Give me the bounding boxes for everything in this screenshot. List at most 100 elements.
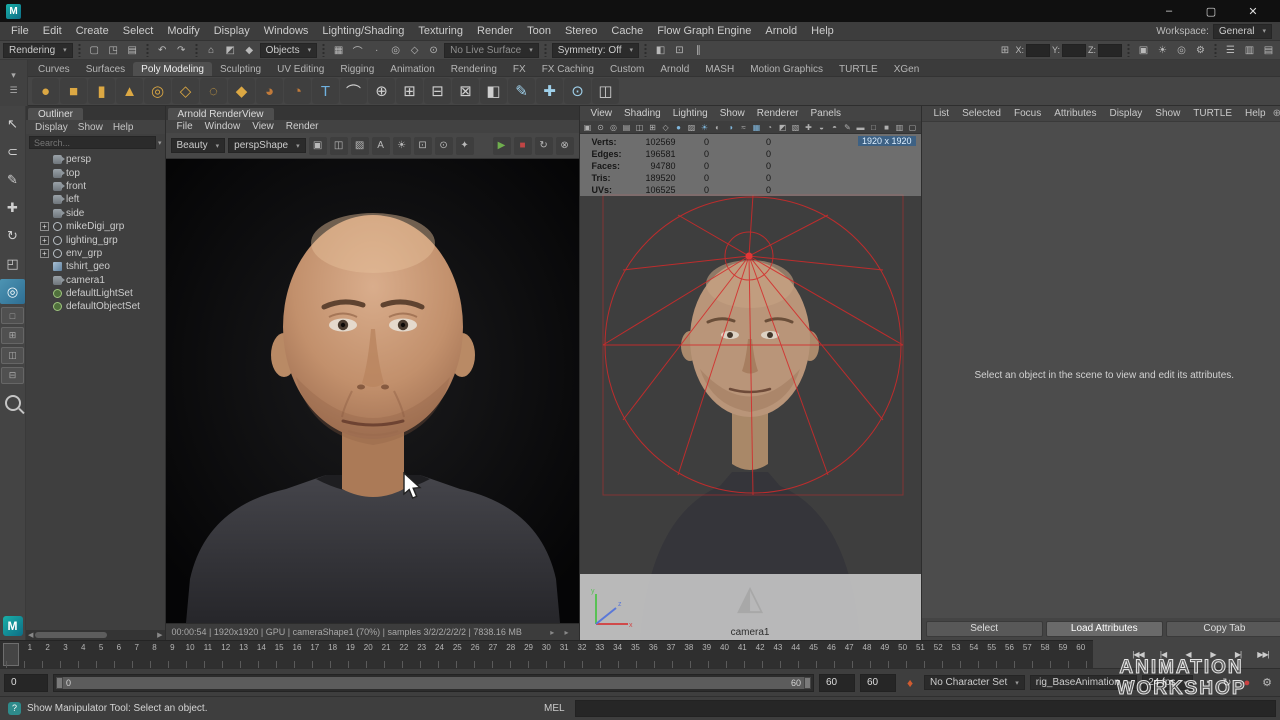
shelf-tab-rigging[interactable]: Rigging [332,62,382,76]
viewport-pause-icon[interactable]: ∥ [690,42,707,59]
time-slider[interactable]: 0123456789101112131415161718192021222324… [0,640,1093,668]
renderview-menu-window[interactable]: Window [200,121,246,132]
target-weld-icon[interactable]: ⊙ [564,78,591,104]
sculpt-tool-icon[interactable]: ◕ [256,78,283,104]
outliner-item-lighting-grp[interactable]: +lighting_grp [26,233,165,246]
animation-end-field[interactable]: 60 [860,674,896,692]
help-icon[interactable]: ? [8,702,21,715]
menu-arnold[interactable]: Arnold [758,25,804,37]
ipr-render-icon[interactable]: ◎ [1173,42,1190,59]
motion-blur-icon[interactable]: ≈ [738,122,750,133]
lasso-select-tool-icon[interactable]: ⊂ [0,139,25,164]
combine-icon[interactable]: ⊞ [396,78,423,104]
undo-icon[interactable]: ↶ [154,42,171,59]
shelf-tab-switcher-icon[interactable]: ▾ [11,70,16,81]
film-gate-icon[interactable]: ▬ [855,122,867,133]
gamma-icon[interactable]: ◓ [829,122,841,133]
multisample-aa-icon[interactable]: ▦ [751,122,763,133]
multi-cut-icon[interactable]: ✎ [508,78,535,104]
gate-mask-icon[interactable]: ■ [881,122,893,133]
shelf-tab-xgen[interactable]: XGen [886,62,928,76]
image-plane-icon[interactable]: ◫ [634,122,646,133]
outliner-item-front[interactable]: front [26,180,165,193]
command-language-button[interactable]: MEL [540,703,569,714]
last-tool-used-icon[interactable]: ◎ [0,279,25,304]
playback-speed-icon[interactable]: ◔ [1198,674,1216,692]
outliner-panel-tab[interactable]: Outliner [28,108,83,120]
scrollbar-thumb[interactable] [35,632,107,638]
camera-attributes-icon[interactable]: ◎ [608,122,620,133]
snap-to-point-icon[interactable]: ∙ [368,42,385,59]
step-back-key-button[interactable]: ◀ [1177,645,1199,663]
magnifier-icon[interactable] [5,395,21,411]
shelf-tab-custom[interactable]: Custom [602,62,652,76]
save-scene-icon[interactable]: ▤ [124,42,141,59]
playback-end-field[interactable]: 60 [819,674,855,692]
extrude-icon[interactable]: ⊠ [452,78,479,104]
platonic-solid-icon[interactable]: ◆ [228,78,255,104]
outliner-item-persp[interactable]: persp [26,153,165,166]
shelf-tab-poly-modeling[interactable]: Poly Modeling [133,62,212,76]
shelf-tab-motion-graphics[interactable]: Motion Graphics [742,62,831,76]
open-scene-icon[interactable]: ◳ [105,42,122,59]
go-to-end-button[interactable]: ▶▶| [1252,645,1274,663]
menu-render[interactable]: Render [470,25,520,37]
screen-space-ao-icon[interactable]: ◑ [725,122,737,133]
type-tool-icon[interactable]: T [312,78,339,104]
sweep-mesh-icon[interactable]: ⌒ [340,78,367,104]
close-button[interactable]: ✕ [1232,5,1274,18]
scroll-right-icon[interactable]: ▶ [157,631,162,639]
snap-to-curve-icon[interactable]: ⌒ [349,42,366,59]
separate-icon[interactable]: ⊟ [424,78,451,104]
shelf-tab-animation[interactable]: Animation [382,62,442,76]
ae-tab-display[interactable]: Display [1103,108,1148,119]
step-back-frame-button[interactable]: |◀ [1152,645,1174,663]
outliner-item-env-grp[interactable]: +env_grp [26,247,165,260]
menu-toon[interactable]: Toon [520,25,558,37]
select-by-hierarchy-icon[interactable]: ⌂ [203,42,220,59]
viewport-view[interactable]: 1920 x 1920 Verts:10256900Edges:19658100… [580,134,921,640]
range-slider-end-handle[interactable] [804,677,811,689]
load-attributes-button[interactable]: Load Attributes [1046,621,1163,637]
move-tool-icon[interactable]: ✚ [0,195,25,220]
menu-create[interactable]: Create [69,25,116,37]
show-sort-icon[interactable]: ☰ [1222,42,1239,59]
shelf-tab-fx[interactable]: FX [505,62,534,76]
menu-display[interactable]: Display [207,25,257,37]
lock-camera-icon[interactable]: ⊙ [595,122,607,133]
menu-windows[interactable]: Windows [257,25,316,37]
range-slider-bar[interactable]: 0 60 [56,677,811,689]
color-management-icon[interactable]: ✦ [456,137,474,155]
x-ray-icon[interactable]: ▧ [790,122,802,133]
toggle-background-icon[interactable]: ▨ [351,137,369,155]
quad-draw-icon[interactable]: ✚ [536,78,563,104]
exposure-icon[interactable]: ◒ [816,122,828,133]
resolution-gate-icon[interactable]: □ [868,122,880,133]
snap-to-projected-center-icon[interactable]: ◎ [387,42,404,59]
highlight-selection-mode-icon[interactable]: ◧ [652,42,669,59]
play-forward-button[interactable]: ▶ [1202,645,1224,663]
copy-tab-button[interactable]: Copy Tab [1166,621,1280,637]
select-by-object-type-icon[interactable]: ◩ [222,42,239,59]
textured-display-icon[interactable]: ▨ [686,122,698,133]
shelf-tab-curves[interactable]: Curves [30,62,78,76]
menu-select[interactable]: Select [116,25,161,37]
scale-tool-icon[interactable]: ◰ [0,251,25,276]
ae-tab-focus[interactable]: Focus [1008,108,1047,119]
ae-tab-attributes[interactable]: Attributes [1048,108,1102,119]
viewport-menu-show[interactable]: Show [715,108,750,119]
wireframe-display-icon[interactable]: ◇ [660,122,672,133]
animation-preferences-icon[interactable]: ⚙ [1258,674,1276,692]
poly-cylinder-icon[interactable]: ▮ [88,78,115,104]
snap-to-grid-icon[interactable]: ▦ [330,42,347,59]
bevel-icon[interactable]: ◧ [480,78,507,104]
channel-box-toggle-icon[interactable]: ▥ [1241,42,1258,59]
poly-cone-icon[interactable]: ▲ [116,78,143,104]
mel-command-input[interactable] [575,700,1276,717]
viewport-menu-renderer[interactable]: Renderer [752,108,804,119]
outliner-menu-display[interactable]: Display [31,122,72,133]
mirror-icon[interactable]: ◫ [592,78,619,104]
safe-action-icon[interactable]: ▢ [907,122,919,133]
scroll-left-icon[interactable]: ◀ [28,631,33,639]
shelf-tab-arnold[interactable]: Arnold [652,62,697,76]
